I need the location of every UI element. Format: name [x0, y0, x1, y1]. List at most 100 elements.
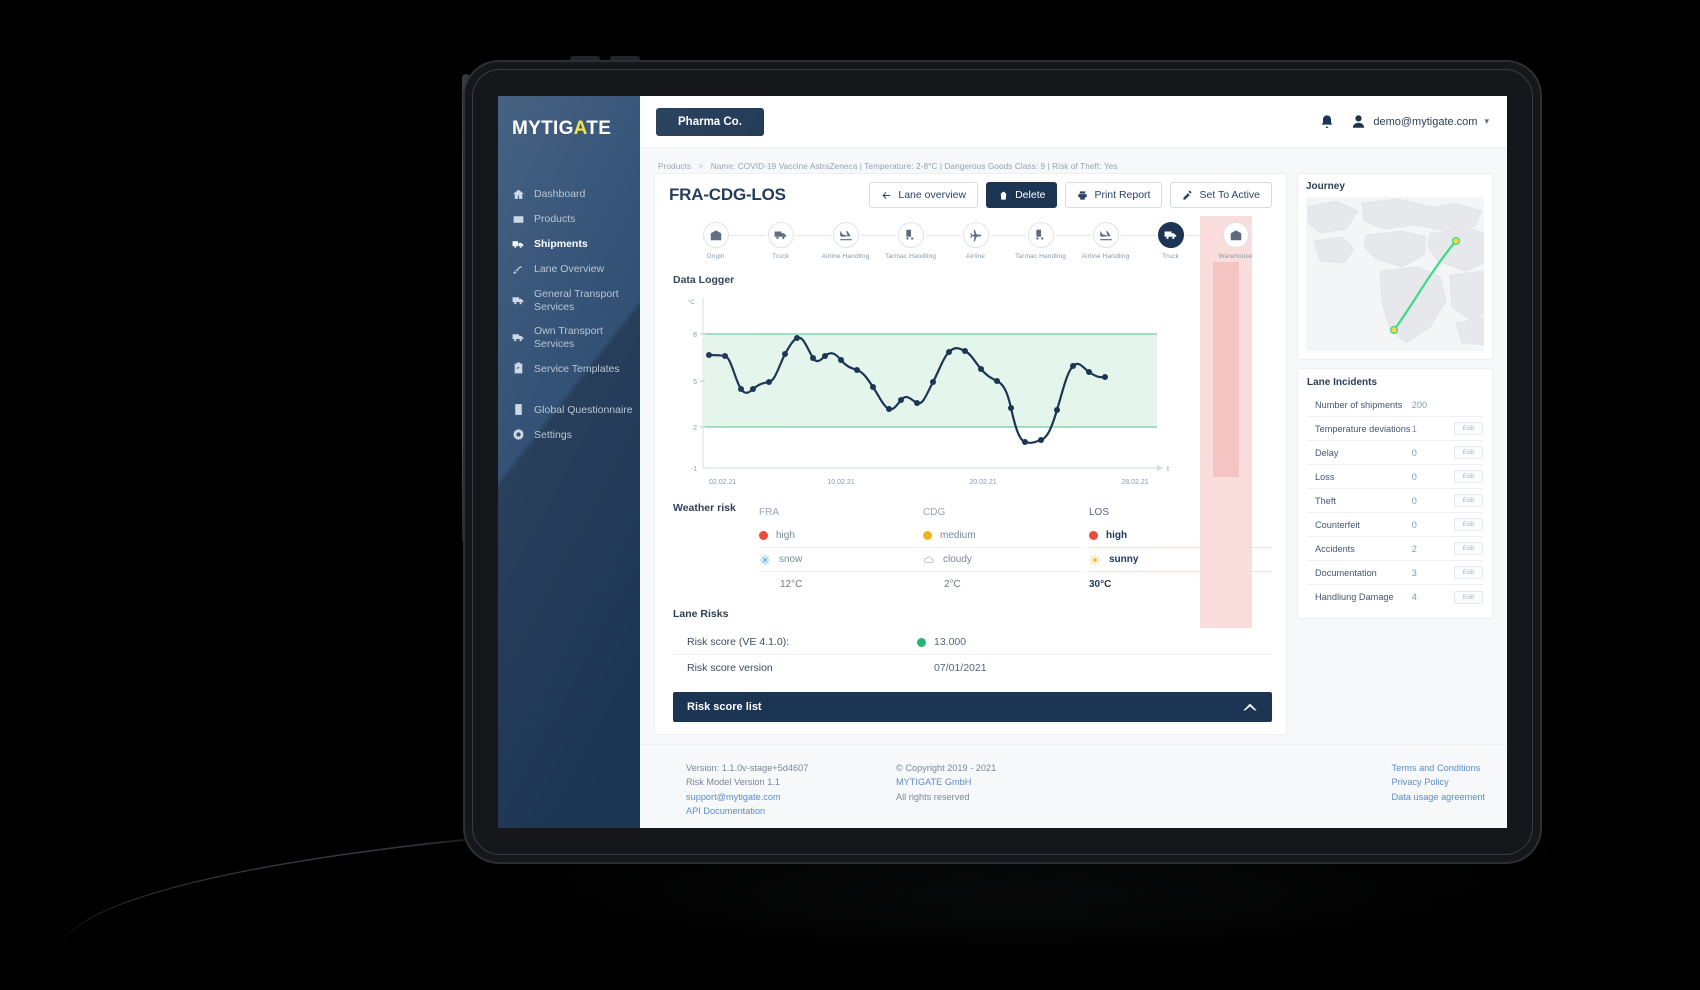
weather-risk-section: Weather risk FRA high snow 12°C CDG medi…	[669, 500, 1272, 596]
edit-button[interactable]: Edit	[1453, 422, 1483, 435]
incident-value: 3	[1411, 567, 1417, 578]
footer-version: Version: 1.1.0v-stage+5d4607	[686, 763, 809, 773]
incident-value: 0	[1411, 519, 1417, 530]
footer-rights: All rights reserved	[896, 791, 970, 802]
incident-name: Temperature deviations	[1315, 423, 1411, 434]
edit-button[interactable]: Edit	[1453, 470, 1483, 483]
sidebar-item-label: Global Questionnaire	[534, 403, 633, 416]
risk-score-list-label: Risk score list	[687, 701, 762, 713]
sidebar-item-lane-overview[interactable]: Lane Overview	[498, 257, 640, 282]
breadcrumb-products[interactable]: Products	[658, 162, 691, 171]
y-axis-unit: °C	[688, 298, 696, 306]
weather-condition-label: snow	[779, 554, 803, 565]
incident-name: Counterfeit	[1315, 519, 1360, 530]
chevron-down-icon: ▾	[1484, 116, 1489, 126]
x-tick-1: 10.02.21	[827, 479, 854, 486]
sidebar-item-global-questionnaire[interactable]: Global Questionnaire	[498, 397, 640, 422]
weather-airport: FRA	[759, 506, 779, 518]
incident-value: 4	[1411, 592, 1417, 602]
footer-terms-link[interactable]: Terms and Conditions	[1392, 761, 1485, 775]
edit-icon	[1183, 189, 1193, 200]
print-report-button[interactable]: Print Report	[1065, 182, 1163, 208]
footer-copyright: © Copyright 2019 - 2021	[896, 763, 997, 773]
sidebar-item-products[interactable]: Products	[498, 207, 640, 232]
truck-icon	[512, 331, 525, 344]
step-label: Airline Handling	[1081, 253, 1130, 260]
notifications-bell-icon[interactable]	[1319, 114, 1335, 130]
incident-value: 2	[1411, 543, 1417, 554]
top-bar: Pharma Co. demo@mytigate.com ▾	[640, 96, 1507, 148]
lane-overview-label: Lane overview	[898, 189, 967, 201]
step-truck-1[interactable]: Truck	[748, 222, 831, 260]
incident-name: Documentation	[1315, 567, 1377, 578]
step-airline-handling-1[interactable]: Airline Handling	[813, 222, 896, 260]
footer-column-copyright: © Copyright 2019 - 2021 MYTIGATE GmbH Al…	[896, 761, 1086, 818]
lane-risk-value-wrap: 07/01/2021	[917, 662, 987, 674]
step-tarmac-handling-1[interactable]: Tarmac Handling	[878, 222, 961, 260]
sidebar-item-shipments[interactable]: Shipments	[498, 232, 640, 257]
step-label: Airline Handling	[821, 253, 870, 260]
logo-text-1: MYTIG	[512, 118, 574, 139]
step-tarmac-handling-2[interactable]: Tarmac Handling	[1008, 222, 1091, 260]
journey-map-svg	[1306, 197, 1484, 351]
footer-support-link[interactable]: support@mytigate.com	[686, 790, 896, 804]
risk-dot	[923, 531, 932, 540]
set-to-active-button[interactable]: Set To Active	[1170, 182, 1272, 208]
x-tick-0: 02.02.21	[709, 479, 736, 486]
footer-api-docs-link[interactable]: API Documentation	[686, 804, 896, 818]
screenshot-stage: MYTIGATE Dashboard Products Shipments La…	[0, 0, 1700, 990]
sidebar-item-dashboard[interactable]: Dashboard	[498, 182, 640, 207]
x-axis-label: t	[1167, 466, 1169, 473]
edit-button[interactable]: Edit	[1453, 518, 1483, 531]
incident-name: Loss	[1315, 471, 1335, 482]
risk-score-list-accordion[interactable]: Risk score list	[673, 692, 1272, 722]
sidebar-item-service-templates[interactable]: Service Templates	[498, 356, 640, 381]
step-airline-handling-2[interactable]: Airline Handling	[1073, 222, 1156, 260]
incident-value: 200	[1411, 399, 1428, 410]
step-truck-2[interactable]: Truck	[1138, 222, 1221, 260]
lane-risk-label: Risk score version	[687, 661, 773, 674]
step-warehouse[interactable]: Warehouse	[1203, 222, 1268, 260]
sidebar-item-own-transport-services[interactable]: Own Transport Services	[498, 319, 640, 356]
step-origin[interactable]: Origin	[683, 222, 766, 260]
sidebar-nav: Dashboard Products Shipments Lane Overvi…	[498, 182, 640, 447]
sidebar-item-settings[interactable]: Settings	[498, 422, 640, 447]
print-report-label: Print Report	[1094, 189, 1151, 201]
weather-risk-label: medium	[940, 530, 976, 541]
sidebar-item-label: Shipments	[534, 238, 588, 251]
tenant-button[interactable]: Pharma Co.	[656, 107, 764, 136]
route-destination-marker	[1451, 236, 1461, 246]
footer-column-legal: Terms and Conditions Privacy Policy Data…	[1392, 761, 1485, 818]
chevron-up-icon[interactable]	[1242, 702, 1258, 712]
plane-landing-icon	[832, 222, 859, 248]
weather-condition-row: sunny	[1089, 548, 1272, 572]
incident-name: Accidents	[1315, 543, 1355, 554]
incident-name: Theft	[1315, 495, 1336, 506]
lane-risks-title: Lane Risks	[673, 608, 729, 620]
forklift-icon	[897, 222, 924, 248]
sidebar-item-general-transport-services[interactable]: General Transport Services	[498, 282, 640, 319]
step-label: Airline	[965, 253, 986, 260]
footer-company-link[interactable]: MYTIGATE GmbH	[896, 775, 1086, 789]
risk-score-dot	[917, 637, 926, 647]
weather-risk-row: high	[759, 524, 923, 548]
lane-overview-button[interactable]: Lane overview	[869, 182, 979, 208]
weather-columns: FRA high snow 12°C CDG medium cloudy 2°C…	[759, 500, 1272, 596]
edit-button[interactable]: Edit	[1453, 566, 1483, 579]
edit-button[interactable]: Edit	[1453, 542, 1483, 555]
step-airline[interactable]: Airline	[943, 222, 1026, 260]
app-logo: MYTIGATE	[512, 118, 640, 140]
user-menu[interactable]: demo@mytigate.com ▾	[1351, 114, 1489, 129]
y-tick-0: 8	[693, 332, 697, 339]
journey-map[interactable]	[1306, 197, 1484, 351]
edit-button[interactable]: Edit	[1453, 494, 1483, 507]
weather-risk-row: high	[1089, 524, 1272, 548]
incident-name: Delay	[1315, 447, 1339, 458]
plane-landing-icon	[1092, 222, 1119, 248]
footer-privacy-link[interactable]: Privacy Policy	[1392, 775, 1485, 789]
delete-button[interactable]: Delete	[986, 182, 1058, 208]
edit-button[interactable]: Edit	[1453, 446, 1483, 459]
footer-data-usage-link[interactable]: Data usage agreement	[1392, 790, 1485, 804]
edit-button[interactable]: Edit	[1453, 590, 1483, 604]
